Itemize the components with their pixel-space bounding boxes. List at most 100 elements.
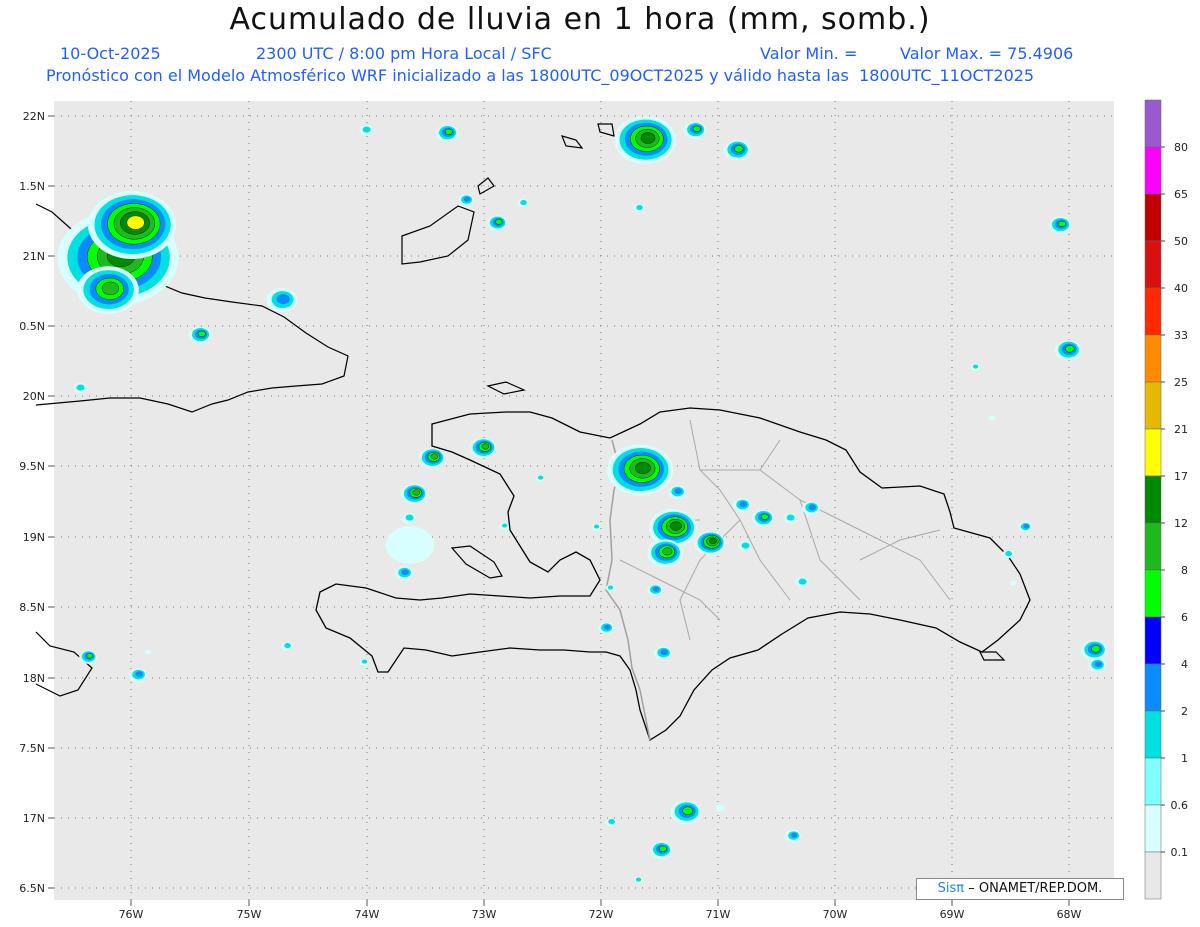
- colorbar-label: 25: [1174, 376, 1188, 389]
- credit-text: – ONAMET/REP.DOM.: [968, 881, 1103, 896]
- rain-contour: [692, 125, 701, 132]
- lon-label: 76W: [119, 908, 144, 921]
- rain-cell: [129, 668, 147, 682]
- rain-cell: [487, 215, 507, 231]
- lon-label: 69W: [940, 908, 965, 921]
- colorbar-label: 65: [1174, 188, 1188, 201]
- rain-cell: [752, 509, 774, 527]
- rain-cell: [694, 531, 726, 555]
- rain-contour: [739, 501, 747, 508]
- rain-cell: [144, 649, 152, 655]
- colorbar-segment: [1144, 663, 1162, 712]
- rain-cell: [591, 523, 601, 531]
- colorbar-label: 0.1: [1171, 846, 1189, 859]
- map-area: [54, 101, 1114, 900]
- rain-contour: [463, 196, 471, 202]
- rain-cell: [266, 288, 298, 312]
- lon-label: 68W: [1057, 908, 1082, 921]
- colorbar-segment: [1144, 428, 1162, 477]
- rain-contour: [501, 523, 508, 528]
- rain-cell: [400, 483, 428, 505]
- colorbar-label: 33: [1174, 329, 1188, 342]
- rain-cell: [654, 646, 672, 660]
- colorbar-segment: [1144, 475, 1162, 524]
- rain-cell: [715, 804, 725, 812]
- rain-cell: [458, 194, 474, 206]
- rain-contour: [636, 205, 643, 211]
- colorbar-label: 1: [1181, 752, 1188, 765]
- rain-contour: [444, 128, 453, 135]
- rain-cell: [535, 474, 545, 482]
- rain-contour: [660, 649, 668, 656]
- rain-cell: [88, 191, 176, 259]
- rain-contour: [786, 514, 795, 521]
- lat-label: 0.5N: [19, 320, 45, 333]
- rain-contour: [76, 384, 85, 391]
- colorbar: 806550403325211712864210.60.1: [1144, 99, 1189, 900]
- rain-contour: [635, 877, 642, 882]
- rain-contour: [652, 586, 660, 592]
- lat-label: 22N: [23, 110, 45, 123]
- rain-contour: [276, 294, 290, 305]
- rain-contour: [709, 538, 717, 544]
- rain-contour: [362, 126, 371, 133]
- rain-cell: [395, 566, 413, 580]
- colorbar-segment: [1144, 146, 1162, 195]
- rain-cell: [1018, 521, 1032, 533]
- rain-contour: [86, 653, 93, 659]
- rain-contour: [401, 569, 409, 576]
- colorbar-label: 80: [1174, 141, 1188, 154]
- colorbar-label: 12: [1174, 517, 1188, 530]
- colorbar-segment: [1144, 851, 1162, 900]
- rain-contour: [495, 219, 503, 225]
- rain-cell: [418, 447, 446, 469]
- rain-contour: [662, 547, 673, 556]
- rain-contour: [972, 364, 979, 369]
- colorbar-label: 21: [1174, 423, 1188, 436]
- rain-cell: [723, 139, 751, 161]
- rain-contour: [593, 524, 600, 529]
- colorbar-segment: [1144, 193, 1162, 242]
- rain-cell: [670, 800, 702, 824]
- rain-cell: [1054, 339, 1082, 361]
- rain-contour: [603, 624, 611, 630]
- lon-label: 70W: [823, 908, 848, 921]
- colorbar-segment: [1144, 334, 1162, 383]
- rain-contour: [430, 453, 439, 460]
- rain-cell: [647, 584, 663, 596]
- precipitation-map: 22N 1.5N 21N 0.5N 20N 9.5N 19N 8.5N 18N 7.5N 17N 6.…: [19, 99, 1189, 921]
- rain-cell: [733, 498, 751, 512]
- rain-contour: [670, 521, 682, 531]
- latitude-axis: 22N 1.5N 21N 0.5N 20N 9.5N 19N 8.5N 18N 7.5N 17N 6.…: [19, 110, 54, 895]
- lon-label: 71W: [706, 908, 731, 921]
- rain-cell: [598, 622, 614, 634]
- rain-contour: [988, 415, 996, 421]
- rain-contour: [520, 200, 527, 206]
- rain-cell: [605, 584, 615, 592]
- rain-contour: [682, 806, 694, 815]
- lat-label: 21N: [23, 250, 45, 263]
- rain-cell: [385, 526, 435, 564]
- rain-contour: [1094, 661, 1102, 668]
- rain-cell: [77, 266, 139, 314]
- rain-contour: [607, 585, 614, 590]
- colorbar-label: 17: [1174, 470, 1188, 483]
- sispi-logo: Sisπ: [937, 881, 965, 896]
- rain-contour: [674, 488, 682, 495]
- lat-label: 7.5N: [19, 742, 45, 755]
- lat-label: 8.5N: [19, 601, 45, 614]
- rain-contour: [284, 643, 291, 649]
- credit-box: Sisπ – ONAMET/REP.DOM.: [916, 878, 1124, 900]
- rain-contour: [635, 461, 651, 475]
- rain-cell: [988, 415, 996, 421]
- rain-contour: [1065, 345, 1075, 353]
- colorbar-label: 40: [1174, 282, 1188, 295]
- rain-contour: [808, 504, 816, 511]
- rain-contour: [385, 526, 435, 564]
- colorbar-segment: [1144, 710, 1162, 759]
- rain-cell: [795, 576, 809, 588]
- rain-cell: [633, 876, 643, 884]
- lon-label: 73W: [472, 908, 497, 921]
- rain-contour: [1057, 220, 1066, 227]
- rain-contour: [640, 132, 656, 144]
